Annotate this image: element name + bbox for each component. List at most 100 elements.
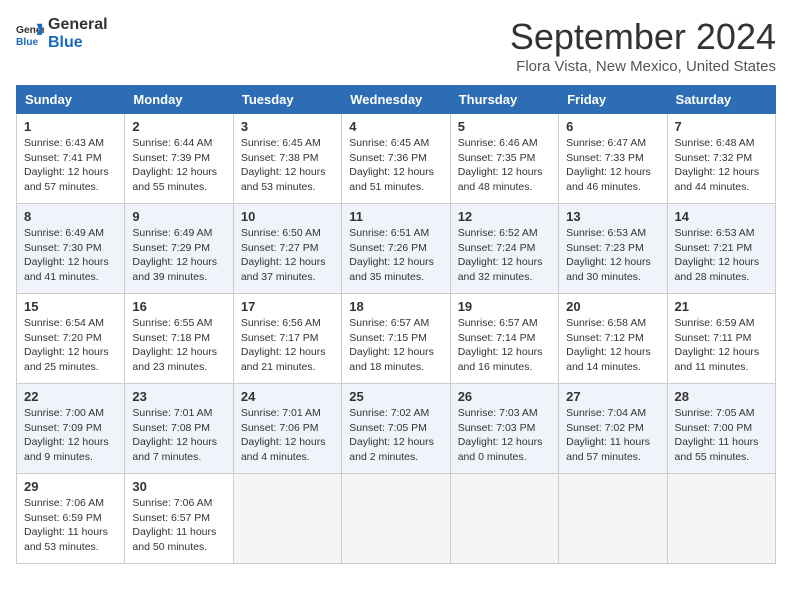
calendar-cell: 26 Sunrise: 7:03 AMSunset: 7:03 PMDayligh… xyxy=(450,384,558,474)
calendar-cell: 4 Sunrise: 6:45 AMSunset: 7:36 PMDaylight… xyxy=(342,114,450,204)
day-info: Sunrise: 7:01 AMSunset: 7:08 PMDaylight:… xyxy=(132,406,225,465)
day-of-week-header: Sunday xyxy=(17,86,125,114)
day-info: Sunrise: 6:51 AMSunset: 7:26 PMDaylight:… xyxy=(349,226,442,285)
logo-blue-text: Blue xyxy=(48,34,83,51)
day-info: Sunrise: 7:00 AMSunset: 7:09 PMDaylight:… xyxy=(24,406,117,465)
logo: General Blue General Blue xyxy=(16,16,108,51)
day-number: 25 xyxy=(349,389,442,404)
calendar-cell: 18 Sunrise: 6:57 AMSunset: 7:15 PMDayligh… xyxy=(342,294,450,384)
month-title: September 2024 xyxy=(510,16,776,58)
day-info: Sunrise: 6:53 AMSunset: 7:23 PMDaylight:… xyxy=(566,226,659,285)
day-number: 8 xyxy=(24,209,117,224)
calendar-cell xyxy=(342,474,450,564)
day-number: 13 xyxy=(566,209,659,224)
day-number: 10 xyxy=(241,209,334,224)
calendar-cell: 14 Sunrise: 6:53 AMSunset: 7:21 PMDayligh… xyxy=(667,204,775,294)
logo-general-text: General xyxy=(48,16,108,33)
day-info: Sunrise: 6:50 AMSunset: 7:27 PMDaylight:… xyxy=(241,226,334,285)
day-number: 16 xyxy=(132,299,225,314)
title-area: September 2024 Flora Vista, New Mexico, … xyxy=(510,16,776,75)
day-info: Sunrise: 6:48 AMSunset: 7:32 PMDaylight:… xyxy=(675,136,768,195)
calendar-cell: 5 Sunrise: 6:46 AMSunset: 7:35 PMDaylight… xyxy=(450,114,558,204)
calendar-cell: 16 Sunrise: 6:55 AMSunset: 7:18 PMDayligh… xyxy=(125,294,233,384)
calendar-cell: 30 Sunrise: 7:06 AMSunset: 6:57 PMDayligh… xyxy=(125,474,233,564)
day-info: Sunrise: 6:45 AMSunset: 7:38 PMDaylight:… xyxy=(241,136,334,195)
day-info: Sunrise: 7:04 AMSunset: 7:02 PMDaylight:… xyxy=(566,406,659,465)
calendar-cell: 9 Sunrise: 6:49 AMSunset: 7:29 PMDaylight… xyxy=(125,204,233,294)
day-of-week-header: Tuesday xyxy=(233,86,341,114)
calendar-cell: 6Sunrise: 6:47 AMSunset: 7:33 PMDaylight… xyxy=(559,114,667,204)
day-number: 15 xyxy=(24,299,117,314)
calendar-cell xyxy=(559,474,667,564)
day-info: Sunrise: 6:52 AMSunset: 7:24 PMDaylight:… xyxy=(458,226,551,285)
day-number: 30 xyxy=(132,479,225,494)
day-info: Sunrise: 6:49 AMSunset: 7:29 PMDaylight:… xyxy=(132,226,225,285)
day-number: 12 xyxy=(458,209,551,224)
day-info: Sunrise: 6:46 AMSunset: 7:35 PMDaylight:… xyxy=(458,136,551,195)
calendar-cell: 10 Sunrise: 6:50 AMSunset: 7:27 PMDayligh… xyxy=(233,204,341,294)
day-number: 28 xyxy=(675,389,768,404)
day-number: 14 xyxy=(675,209,768,224)
day-info: Sunrise: 6:56 AMSunset: 7:17 PMDaylight:… xyxy=(241,316,334,375)
day-number: 6 xyxy=(566,119,659,134)
day-info: Sunrise: 6:49 AMSunset: 7:30 PMDaylight:… xyxy=(24,226,117,285)
day-of-week-header: Monday xyxy=(125,86,233,114)
day-info: Sunrise: 6:43 AMSunset: 7:41 PMDaylight:… xyxy=(24,136,117,195)
day-of-week-header: Saturday xyxy=(667,86,775,114)
calendar-cell: 17 Sunrise: 6:56 AMSunset: 7:17 PMDayligh… xyxy=(233,294,341,384)
day-of-week-header: Thursday xyxy=(450,86,558,114)
day-info: Sunrise: 7:03 AMSunset: 7:03 PMDaylight:… xyxy=(458,406,551,465)
day-info: Sunrise: 7:06 AMSunset: 6:57 PMDaylight:… xyxy=(132,496,225,555)
day-number: 26 xyxy=(458,389,551,404)
calendar-cell: 7 Sunrise: 6:48 AMSunset: 7:32 PMDaylight… xyxy=(667,114,775,204)
day-number: 11 xyxy=(349,209,442,224)
day-number: 5 xyxy=(458,119,551,134)
day-number: 24 xyxy=(241,389,334,404)
day-number: 27 xyxy=(566,389,659,404)
svg-text:Blue: Blue xyxy=(16,37,39,48)
calendar-cell xyxy=(233,474,341,564)
day-info: Sunrise: 6:54 AMSunset: 7:20 PMDaylight:… xyxy=(24,316,117,375)
day-number: 4 xyxy=(349,119,442,134)
day-number: 17 xyxy=(241,299,334,314)
logo-icon: General Blue xyxy=(16,20,44,48)
day-number: 1 xyxy=(24,119,117,134)
day-info: Sunrise: 6:53 AMSunset: 7:21 PMDaylight:… xyxy=(675,226,768,285)
day-info: Sunrise: 6:58 AMSunset: 7:12 PMDaylight:… xyxy=(566,316,659,375)
day-info: Sunrise: 7:01 AMSunset: 7:06 PMDaylight:… xyxy=(241,406,334,465)
day-number: 22 xyxy=(24,389,117,404)
calendar-cell: 2Sunrise: 6:44 AMSunset: 7:39 PMDaylight… xyxy=(125,114,233,204)
calendar-cell: 22 Sunrise: 7:00 AMSunset: 7:09 PMDayligh… xyxy=(17,384,125,474)
day-of-week-header: Wednesday xyxy=(342,86,450,114)
day-info: Sunrise: 7:02 AMSunset: 7:05 PMDaylight:… xyxy=(349,406,442,465)
day-info: Sunrise: 6:57 AMSunset: 7:15 PMDaylight:… xyxy=(349,316,442,375)
day-number: 29 xyxy=(24,479,117,494)
day-number: 18 xyxy=(349,299,442,314)
day-info: Sunrise: 6:59 AMSunset: 7:11 PMDaylight:… xyxy=(675,316,768,375)
location-title: Flora Vista, New Mexico, United States xyxy=(510,58,776,75)
calendar-cell: 12 Sunrise: 6:52 AMSunset: 7:24 PMDayligh… xyxy=(450,204,558,294)
day-number: 2 xyxy=(132,119,225,134)
day-number: 3 xyxy=(241,119,334,134)
calendar-cell xyxy=(450,474,558,564)
calendar-cell xyxy=(667,474,775,564)
calendar-cell: 15 Sunrise: 6:54 AMSunset: 7:20 PMDayligh… xyxy=(17,294,125,384)
day-number: 21 xyxy=(675,299,768,314)
day-number: 20 xyxy=(566,299,659,314)
day-info: Sunrise: 6:45 AMSunset: 7:36 PMDaylight:… xyxy=(349,136,442,195)
calendar-cell: 19Sunrise: 6:57 AMSunset: 7:14 PMDayligh… xyxy=(450,294,558,384)
calendar-cell: 11 Sunrise: 6:51 AMSunset: 7:26 PMDayligh… xyxy=(342,204,450,294)
calendar-cell: 8 Sunrise: 6:49 AMSunset: 7:30 PMDaylight… xyxy=(17,204,125,294)
calendar-cell: 1 Sunrise: 6:43 AMSunset: 7:41 PMDaylight… xyxy=(17,114,125,204)
calendar-cell: 24 Sunrise: 7:01 AMSunset: 7:06 PMDayligh… xyxy=(233,384,341,474)
day-number: 7 xyxy=(675,119,768,134)
calendar-cell: 23Sunrise: 7:01 AMSunset: 7:08 PMDayligh… xyxy=(125,384,233,474)
day-number: 9 xyxy=(132,209,225,224)
calendar-cell: 25 Sunrise: 7:02 AMSunset: 7:05 PMDayligh… xyxy=(342,384,450,474)
day-of-week-header: Friday xyxy=(559,86,667,114)
day-info: Sunrise: 7:06 AMSunset: 6:59 PMDaylight:… xyxy=(24,496,117,555)
calendar-cell: 21 Sunrise: 6:59 AMSunset: 7:11 PMDayligh… xyxy=(667,294,775,384)
day-info: Sunrise: 6:55 AMSunset: 7:18 PMDaylight:… xyxy=(132,316,225,375)
day-info: Sunrise: 7:05 AMSunset: 7:00 PMDaylight:… xyxy=(675,406,768,465)
day-info: Sunrise: 6:57 AMSunset: 7:14 PMDaylight:… xyxy=(458,316,551,375)
